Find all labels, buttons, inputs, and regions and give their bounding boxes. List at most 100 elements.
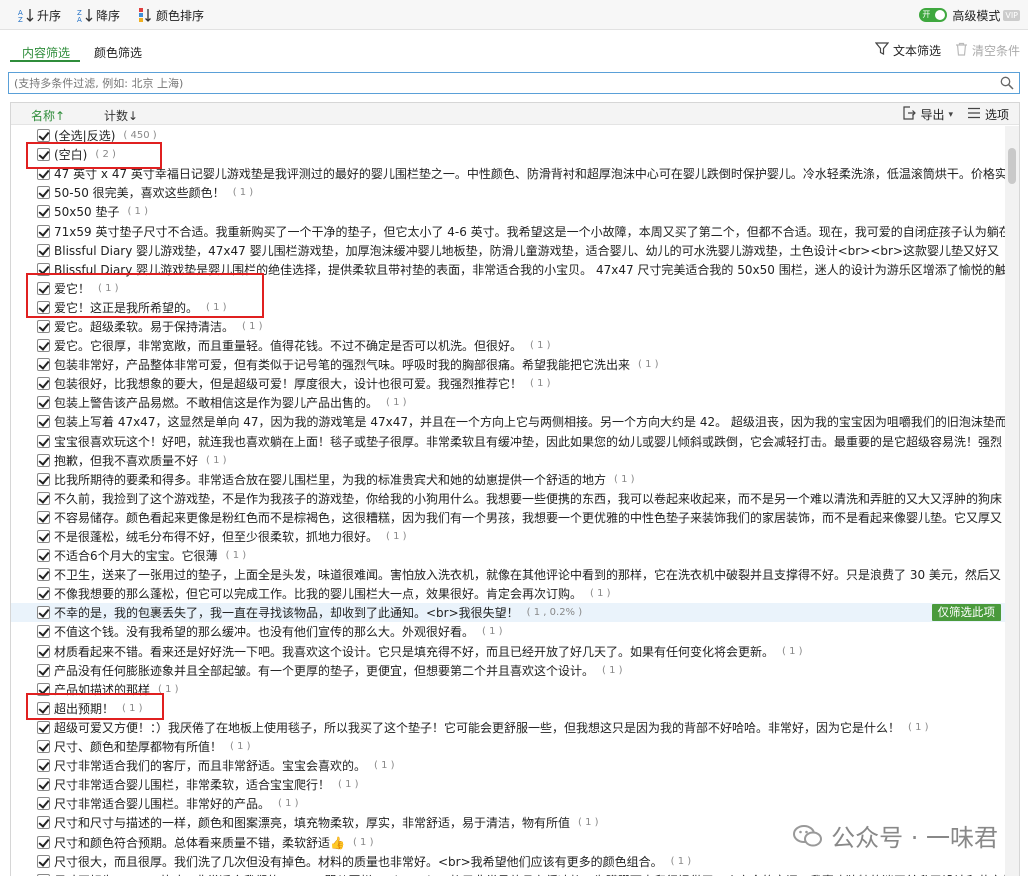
item-checkbox[interactable] [37, 434, 50, 448]
list-item[interactable]: 尺寸非常适合婴儿围栏，非常柔软，适合宝宝爬行！ ( 1 ) [11, 775, 1005, 794]
vip-badge: VIP [1003, 9, 1020, 21]
list-item[interactable]: 尺寸非常适合我们的客厅，而且非常舒适。宝宝会喜欢的。 ( 1 ) [11, 756, 1005, 775]
item-count: ( 1 ) [242, 320, 263, 332]
list-item[interactable]: 不是很蓬松，绒毛分布得不好，但至少很柔软，抓地力很好。 ( 1 ) [11, 527, 1005, 546]
item-label: 不是很蓬松，绒毛分布得不好，但至少很柔软，抓地力很好。 [54, 530, 379, 545]
item-checkbox[interactable] [37, 377, 50, 391]
list-item[interactable]: 不值这个钱。没有我希望的那么缓冲。也没有他们宣传的那么大。外观很好看。 ( 1 ) [11, 622, 1005, 641]
item-count: ( 1 ) [578, 817, 599, 829]
item-checkbox[interactable] [37, 129, 50, 143]
list-item[interactable]: 爱它。超级柔软。易于保持清洁。 ( 1 ) [11, 317, 1005, 336]
value-list: (全选|反选)( 450 ) (空白)( 2 ) 47 英寸 x 47 英寸幸福日记… [11, 126, 1005, 876]
tab-content-filter[interactable]: 内容筛选 [22, 44, 70, 61]
item-checkbox[interactable] [37, 568, 50, 582]
scrollbar-thumb[interactable] [1008, 148, 1016, 184]
search-box[interactable] [8, 72, 1020, 94]
list-item[interactable]: 尺寸、颜色和垫厚都物有所值！ ( 1 ) [11, 737, 1005, 756]
only-filter-this-button[interactable]: 仅筛选此项 [931, 604, 1001, 622]
list-item[interactable]: 尺寸正好为 47x47 英寸，非常适合我们的 50x50 婴儿围栏。<br><b… [11, 871, 1005, 876]
item-checkbox[interactable] [37, 167, 50, 181]
item-checkbox[interactable] [37, 205, 50, 219]
item-checkbox[interactable] [37, 854, 50, 868]
watermark: 公众号 · 一味君 [793, 818, 998, 853]
list-item[interactable]: 材质看起来不错。看来还是好好洗一下吧。我喜欢这个设计。它只是填充得不好，而且已经… [11, 642, 1005, 661]
item-checkbox[interactable] [37, 453, 50, 467]
list-item[interactable]: 包装上写着 47x47，这显然是单向 47，因为我的游戏笔是 47x47，并且在… [11, 412, 1005, 431]
item-checkbox[interactable] [37, 606, 50, 620]
item-checkbox[interactable] [37, 644, 50, 658]
sort-descending-button[interactable]: ZA 降序 [77, 6, 120, 24]
item-label: 50-50 很完美，喜欢这些颜色！ [54, 186, 225, 201]
item-label: 爱它。超级柔软。易于保持清洁。 [54, 319, 235, 334]
list-item[interactable]: 产品没有任何膨胀迹象并且全部起皱。有一个更厚的垫子，更便宜，但想要第二个并且喜欢… [11, 661, 1005, 680]
list-item[interactable]: 爱它。它很厚，非常宽敞，而且重量轻。值得花钱。不过不确定是否可以机洗。但很好。 (… [11, 336, 1005, 355]
search-input[interactable] [9, 73, 989, 93]
item-checkbox[interactable] [37, 224, 50, 238]
item-checkbox[interactable] [37, 186, 50, 200]
name-column-sort[interactable]: 名称↑ [31, 107, 65, 124]
list-item[interactable]: 71x59 英寸垫子尺寸不合适。我重新购买了一个干净的垫子，但它太小了 4-6 … [11, 221, 1005, 240]
list-item[interactable]: 不像我想要的那么蓬松，但它可以完成工作。比我的婴儿围栏大一点，效果很好。肯定会再… [11, 584, 1005, 603]
advanced-mode-toggle[interactable]: 开 [919, 8, 948, 22]
count-column-sort[interactable]: 计数↓ [104, 107, 138, 124]
item-label: 抱歉，但我不喜欢质量不好 [54, 453, 199, 468]
item-label: 包装非常好，产品整体非常可爱，但有类似于记号笔的强烈气味。呼吸时我的胸部很痛。希… [54, 358, 631, 373]
item-checkbox[interactable] [37, 740, 50, 754]
item-checkbox[interactable] [37, 759, 50, 773]
item-label: 尺寸非常适合婴儿围栏。非常好的产品。 [54, 797, 271, 812]
list-item[interactable]: 超级可爱又方便！：）我厌倦了在地板上使用毯子，所以我买了这个垫子！它可能会更舒服… [11, 718, 1005, 737]
item-checkbox[interactable] [37, 549, 50, 563]
list-item[interactable]: 不容易储存。颜色看起来更像是粉红色而不是棕褐色，这很糟糕，因为我们有一个男孩，我… [11, 508, 1005, 527]
item-count: ( 1 ) [352, 836, 374, 848]
item-checkbox[interactable] [37, 835, 50, 849]
list-item[interactable]: Blissful Diary 婴儿游戏垫，47x47 婴儿围栏游戏垫，加厚泡沫缓… [11, 241, 1005, 260]
chevron-down-icon: ▾ [948, 109, 953, 120]
clear-conditions-button[interactable]: 清空条件 [955, 42, 1020, 59]
item-label: 宝宝很喜欢玩这个！好吧，就连我也喜欢躺在上面！毯子或垫子很厚。非常柔软且有缓冲垫… [54, 434, 1003, 449]
item-label: 包装上写着 47x47，这显然是单向 47，因为我的游戏笔是 47x47，并且在… [54, 415, 1005, 430]
text-filter-button[interactable]: 文本筛选 [874, 42, 941, 59]
list-item[interactable]: 包装非常好，产品整体非常可爱，但有类似于记号笔的强烈气味。呼吸时我的胸部很痛。希… [11, 355, 1005, 374]
item-checkbox[interactable] [37, 415, 50, 429]
list-item[interactable]: 宝宝很喜欢玩这个！好吧，就连我也喜欢躺在上面！毯子或垫子很厚。非常柔软且有缓冲垫… [11, 432, 1005, 451]
item-count: ( 1 ) [225, 550, 247, 562]
item-checkbox[interactable] [37, 720, 50, 734]
list-item[interactable]: 比我所期待的要柔和得多。非常适合放在婴儿围栏里，为我的标准贵宾犬和她的幼崽提供一… [11, 470, 1005, 489]
item-checkbox[interactable] [37, 339, 50, 353]
item-count: ( 1 ) [614, 473, 635, 485]
export-button[interactable]: 导出 ▾ [902, 106, 953, 123]
item-checkbox[interactable] [37, 319, 50, 333]
item-checkbox[interactable] [37, 510, 50, 524]
options-button[interactable]: 选项 [967, 106, 1009, 123]
item-checkbox[interactable] [37, 472, 50, 486]
list-item[interactable]: 不卫生，送来了一张用过的垫子，上面全是头发，味道很难闻。害怕放入洗衣机，就像在其… [11, 565, 1005, 584]
list-item[interactable]: 不久前，我捡到了这个游戏垫，不是作为我孩子的游戏垫，你给我的小狗用什么。我想要一… [11, 489, 1005, 508]
list-item[interactable]: 抱歉，但我不喜欢质量不好 ( 1 ) [11, 451, 1005, 470]
advanced-mode[interactable]: 开 高级模式 VIP [919, 6, 1020, 24]
list-item[interactable]: 包装上警告该产品易燃。不敢相信这是作为婴儿产品出售的。 ( 1 ) [11, 393, 1005, 412]
list-item[interactable]: 50-50 很完美，喜欢这些颜色！ ( 1 ) [11, 183, 1005, 202]
color-sort-button[interactable]: 颜色排序 [137, 6, 204, 24]
item-checkbox[interactable] [37, 778, 50, 792]
item-label: 比我所期待的要柔和得多。非常适合放在婴儿围栏里，为我的标准贵宾犬和她的幼崽提供一… [54, 472, 607, 487]
item-checkbox[interactable] [37, 797, 50, 811]
list-item[interactable]: 尺寸非常适合婴儿围栏。非常好的产品。 ( 1 ) [11, 794, 1005, 813]
list-scrollbar[interactable] [1005, 126, 1019, 876]
list-item[interactable]: 包装很好，比我想象的要大，但是超级可爱！厚度很大，设计也很可爱。我强烈推荐它！ (… [11, 374, 1005, 393]
list-item[interactable]: 50x50 垫子 ( 1 ) [11, 202, 1005, 221]
item-checkbox[interactable] [37, 587, 50, 601]
item-checkbox[interactable] [37, 358, 50, 372]
list-item[interactable]: 不幸的是，我的包裹丢失了，我一直在寻找该物品，却收到了此通知。<br>我很失望！… [11, 603, 1005, 623]
item-checkbox[interactable] [37, 243, 50, 257]
item-checkbox[interactable] [37, 625, 50, 639]
tab-color-filter[interactable]: 颜色筛选 [94, 44, 142, 61]
item-checkbox[interactable] [37, 491, 50, 505]
list-item[interactable]: 不适合6个月大的宝宝。它很薄 ( 1 ) [11, 546, 1005, 565]
item-checkbox[interactable] [37, 816, 50, 830]
search-icon[interactable] [1000, 76, 1014, 93]
item-checkbox[interactable] [37, 530, 50, 544]
item-checkbox[interactable] [37, 663, 50, 677]
item-checkbox[interactable] [37, 396, 50, 410]
list-item[interactable]: 尺寸很大，而且很厚。我们洗了几次但没有掉色。材料的质量也非常好。<br>我希望他… [11, 852, 1005, 871]
sort-ascending-button[interactable]: AZ 升序 [18, 6, 61, 24]
